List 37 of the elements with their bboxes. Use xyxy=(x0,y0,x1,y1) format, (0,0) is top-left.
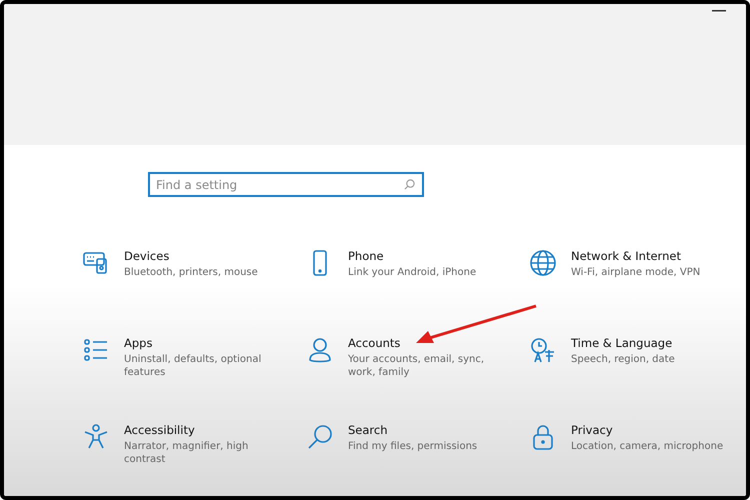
category-title: Accessibility xyxy=(124,423,196,437)
settings-category[interactable]: Search Find my files, permissions xyxy=(306,423,529,477)
settings-category[interactable]: Network & Internet Wi-Fi, airplane mode, VPN xyxy=(529,249,729,303)
minimize-icon[interactable] xyxy=(712,10,726,12)
settings-category[interactable]: Accounts Your accounts, email, sync, work, family xyxy=(306,336,529,390)
settings-category[interactable]: Devices Bluetooth, printers, mouse xyxy=(82,249,306,303)
search-field[interactable]: Find a setting xyxy=(148,172,424,197)
clock-language-icon xyxy=(529,336,557,364)
category-description: Bluetooth, printers, mouse xyxy=(124,266,259,279)
category-description: Narrator, magnifier, high contrast xyxy=(124,440,250,466)
category-description: Your accounts, email, sync, work, family xyxy=(348,353,486,379)
category-description: Link your Android, iPhone xyxy=(348,266,478,279)
category-title: Privacy xyxy=(571,423,614,437)
figure-icon xyxy=(82,423,110,451)
settings-category[interactable]: Phone Link your Android, iPhone xyxy=(306,249,529,303)
category-title: Network & Internet xyxy=(571,249,682,263)
list-icon xyxy=(82,336,110,364)
search-icon xyxy=(404,179,415,190)
settings-category[interactable]: Accessibility Narrator, magnifier, high contrast xyxy=(82,423,306,477)
category-title: Phone xyxy=(348,249,385,263)
settings-category[interactable]: Apps Uninstall, defaults, optional features xyxy=(82,336,306,390)
settings-category[interactable]: Time & Language Speech, region, date xyxy=(529,336,729,390)
category-title: Accounts xyxy=(348,336,402,350)
category-description: Find my files, permissions xyxy=(348,440,478,453)
category-description: Wi-Fi, airplane mode, VPN xyxy=(571,266,702,279)
category-description: Uninstall, defaults, optional features xyxy=(124,353,262,379)
search-icon xyxy=(306,423,334,451)
devices-icon xyxy=(82,249,110,277)
person-icon xyxy=(306,336,334,364)
settings-category[interactable]: Privacy Location, camera, microphone xyxy=(529,423,729,477)
category-title: Apps xyxy=(124,336,154,350)
category-description: Location, camera, microphone xyxy=(571,440,724,453)
globe-icon xyxy=(529,249,557,277)
category-description: Speech, region, date xyxy=(571,353,676,366)
category-title: Devices xyxy=(124,249,170,263)
category-title: Search xyxy=(348,423,389,437)
category-title: Time & Language xyxy=(571,336,674,350)
